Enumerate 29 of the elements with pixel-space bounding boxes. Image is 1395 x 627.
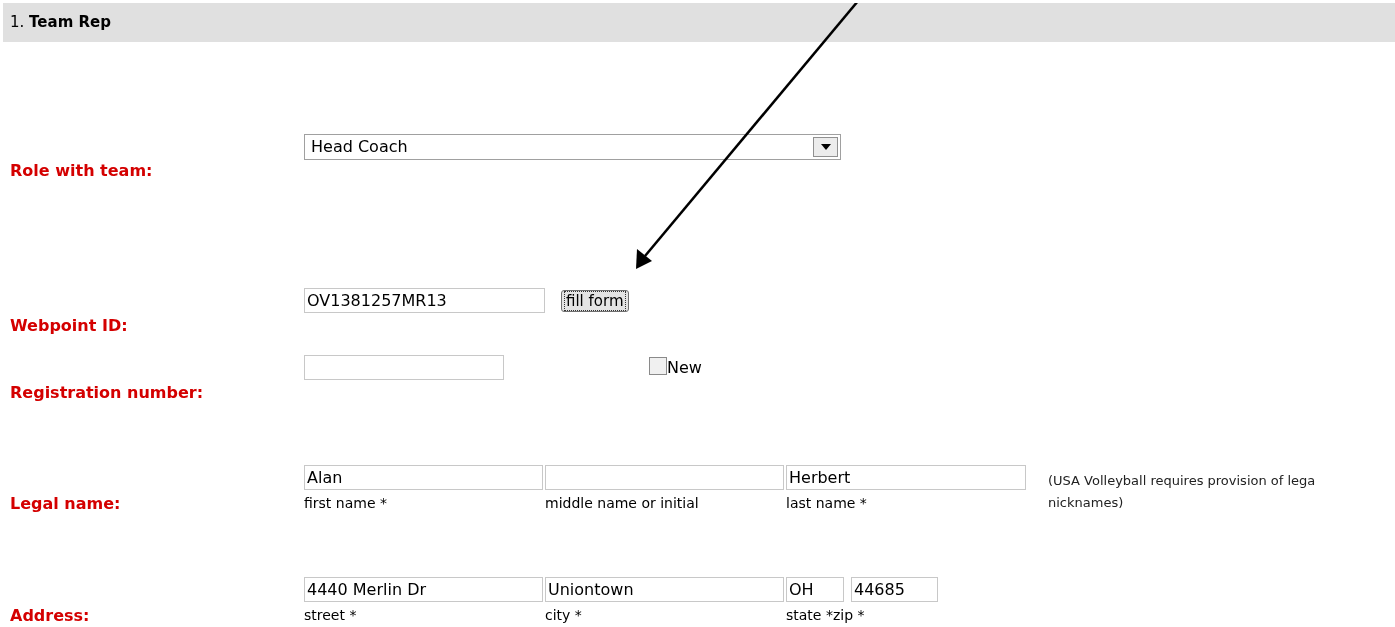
- text-field[interactable]: 44685: [851, 577, 938, 602]
- field-caption: zip *: [832, 606, 865, 624]
- checkbox[interactable]: [649, 357, 667, 375]
- id-field[interactable]: OV1381257MR13: [304, 288, 545, 313]
- dropdown-caret-icon[interactable]: [813, 137, 838, 157]
- field-caption: first name *: [304, 494, 388, 512]
- field-label: Role with team:: [9, 162, 154, 182]
- section-header: 1. Team Rep: [3, 3, 1395, 42]
- text-field[interactable]: 4440 Merlin Dr: [304, 577, 543, 602]
- text-field[interactable]: Alan: [304, 465, 543, 490]
- checkbox-label: New: [667, 358, 702, 379]
- field-label: Webpoint ID:: [9, 317, 129, 337]
- text-field[interactable]: OH: [786, 577, 844, 602]
- text-field[interactable]: [545, 465, 784, 490]
- field-label: Registration number:: [9, 384, 205, 404]
- registration-field[interactable]: [304, 355, 504, 380]
- field-label: Address:: [9, 607, 91, 627]
- field-caption: city *: [545, 606, 583, 624]
- field-caption: last name *: [786, 494, 868, 512]
- text-field[interactable]: Uniontown: [545, 577, 784, 602]
- dropdown-value: Head Coach: [310, 136, 408, 158]
- fill-form-button[interactable]: fill form: [561, 290, 629, 312]
- field-caption: middle name or initial: [545, 494, 700, 512]
- field-caption: street *: [304, 606, 358, 624]
- field-caption: state *: [786, 606, 833, 624]
- note-text: (USA Volleyball requires provision of lega nicknames): [1048, 472, 1316, 512]
- text-field[interactable]: Herbert: [786, 465, 1026, 490]
- dropdown[interactable]: Head Coach: [304, 134, 841, 160]
- field-label: Legal name:: [9, 495, 122, 515]
